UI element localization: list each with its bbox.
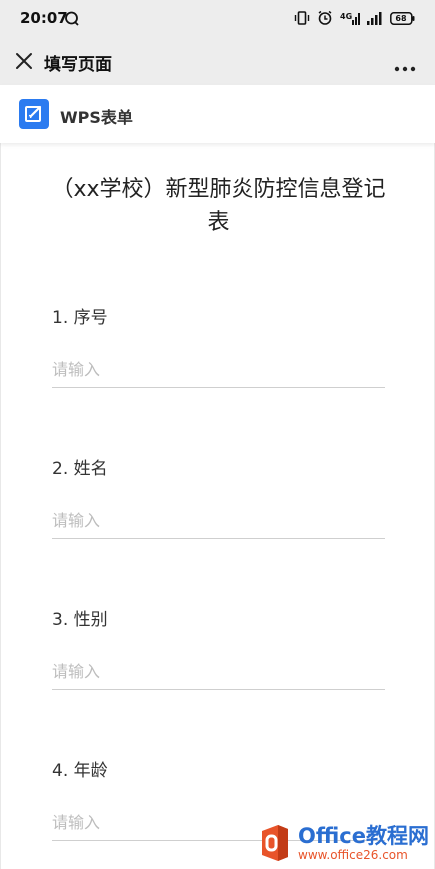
- field-label: 4. 年龄: [52, 761, 108, 781]
- battery-icon: 68: [390, 11, 415, 25]
- brand-bar: WPS表单: [0, 85, 435, 143]
- vibrate-icon: [294, 10, 310, 26]
- more-dots-icon: [394, 66, 416, 72]
- signal-4g-icon: 4G: [340, 11, 360, 25]
- form-area: （xx学校）新型肺炎防控信息登记表 1. 序号 2. 姓名 3. 性别 4. 年…: [0, 143, 435, 869]
- watermark-url: www.office26.com: [298, 848, 408, 862]
- svg-text:4G: 4G: [340, 12, 352, 21]
- signal-icon: [367, 11, 383, 25]
- title-bar: 填写页面: [0, 38, 435, 85]
- field-label: 3. 性别: [52, 610, 108, 630]
- watermark: Office教程网 www.office26.com: [258, 823, 429, 863]
- name-input[interactable]: [52, 503, 385, 539]
- gender-input[interactable]: [52, 654, 385, 690]
- form-edit-icon: [19, 99, 49, 129]
- more-button[interactable]: [393, 58, 417, 72]
- page-title: 填写页面: [44, 55, 112, 75]
- form-title: （xx学校）新型肺炎防控信息登记表: [51, 177, 386, 235]
- brand-name: WPS表单: [60, 108, 133, 127]
- close-icon: [16, 53, 32, 69]
- field-name: 2. 姓名: [52, 454, 385, 539]
- field-serial-number: 1. 序号: [52, 303, 385, 388]
- chat-bubble-icon: [64, 11, 80, 31]
- office-logo-icon: [258, 823, 292, 863]
- status-bar: 20:07 4G 68: [0, 0, 435, 38]
- alarm-icon: [317, 10, 333, 26]
- field-label: 1. 序号: [52, 308, 108, 328]
- status-icons: 4G 68: [294, 10, 415, 26]
- battery-level: 68: [395, 13, 407, 23]
- serial-number-input[interactable]: [52, 352, 385, 388]
- field-label: 2. 姓名: [52, 459, 108, 479]
- close-button[interactable]: [12, 49, 36, 73]
- field-gender: 3. 性别: [52, 605, 385, 690]
- status-time: 20:07: [20, 9, 68, 27]
- watermark-title: Office教程网: [298, 824, 429, 848]
